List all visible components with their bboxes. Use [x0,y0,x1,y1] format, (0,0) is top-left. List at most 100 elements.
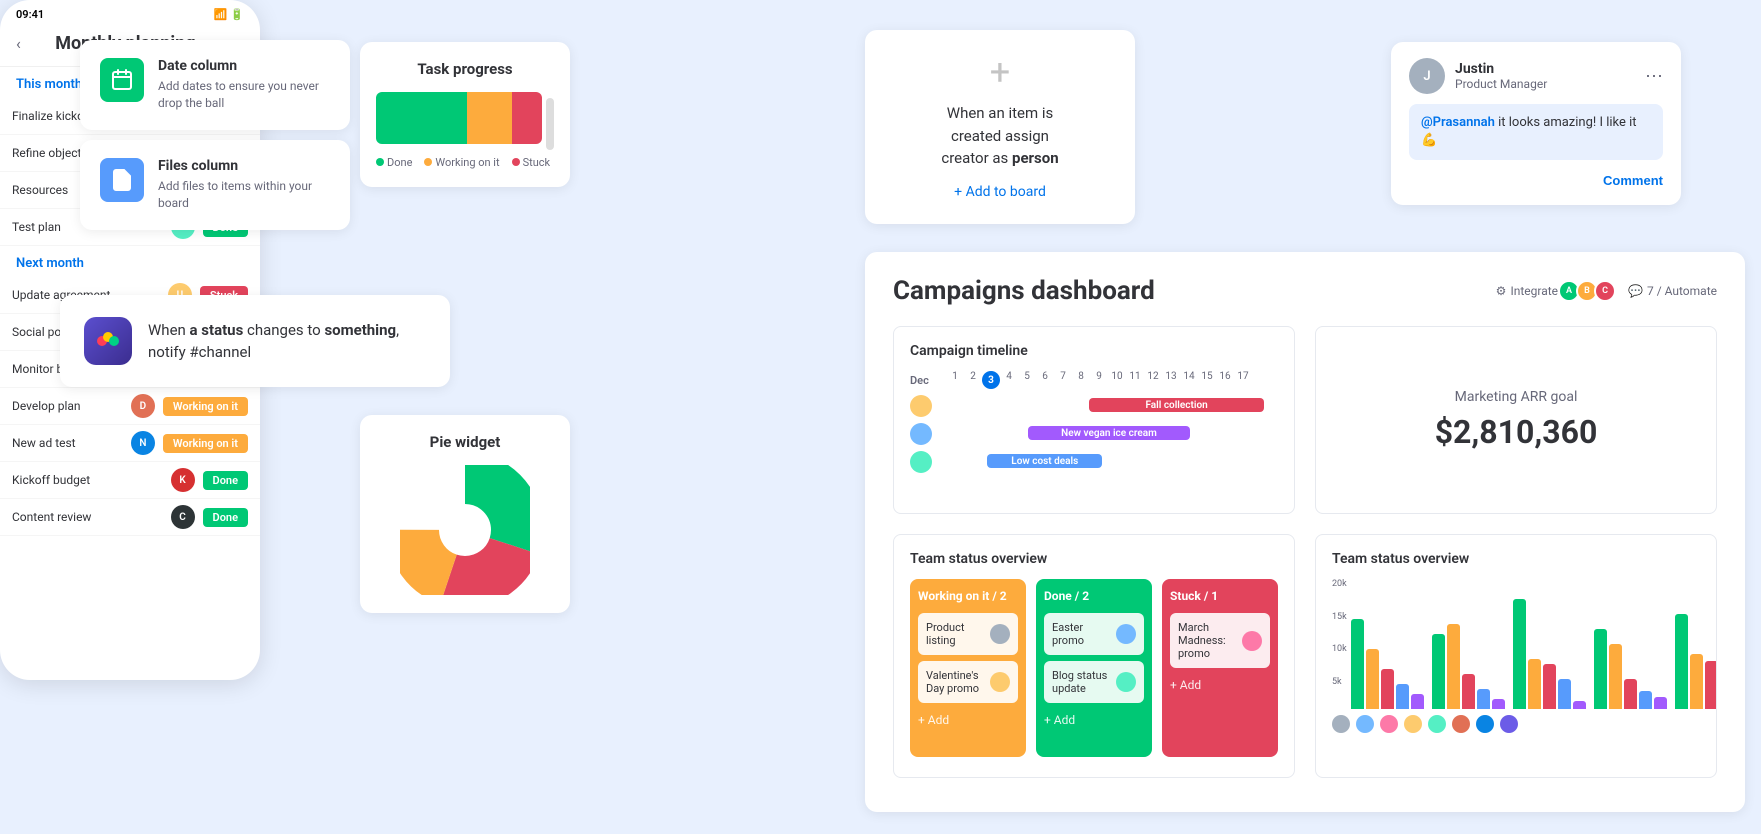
pie-widget-card: Pie widget 55% [360,415,570,613]
kanban-add-button[interactable]: + Add [1170,678,1270,692]
kanban-item: Blog status update [1044,661,1144,703]
files-column-desc: Add files to items within your board [158,178,330,212]
bar-avatar [1452,715,1470,733]
automation-plus-icon: + [990,54,1010,90]
bar-group [1594,629,1667,709]
kanban-done-col: Done / 2 Easter promo Blog status update… [1036,579,1152,757]
timeline-title: Campaign timeline [910,343,1278,359]
dashboard-grid: Campaign timeline Dec 1 2 3 4 5 6 7 8 9 … [893,326,1717,778]
vegan-ice-cream-bar: New vegan ice cream [1028,426,1190,440]
timeline-row: New vegan ice cream [910,423,1278,445]
comment-card: J Justin Product Manager ⋯ @Prasannah it… [1391,42,1681,205]
bar [1411,694,1424,709]
mobile-time: 09:41 [16,8,44,21]
kanban-item: Product listing [918,613,1018,655]
kanban-avatar [1242,631,1262,651]
comment-menu-icon[interactable]: ⋯ [1645,66,1663,87]
timeline-rows: Fall collection New vegan ice cream Low … [910,395,1278,473]
kanban-item: Easter promo [1044,613,1144,655]
comment-button[interactable]: Comment [1603,173,1663,188]
legend-stuck: Stuck [512,156,551,169]
files-column-title: Files column [158,158,330,174]
list-item: Kickoff budget K Done [0,462,260,499]
bar-chart-title: Team status overview [1332,551,1700,567]
bar [1624,679,1637,709]
dashboard-actions: ⚙ Integrate A B C 💬 7 / Automate [1496,280,1717,302]
progress-working [467,92,512,144]
notification-text: When a status changes to something, noti… [148,319,426,364]
add-to-board-link[interactable]: + Add to board [954,184,1046,200]
timeline-row: Fall collection [910,395,1278,417]
automate-action[interactable]: 💬 7 / Automate [1628,284,1717,298]
kanban-avatar [1116,672,1136,692]
date-column-title: Date column [158,58,330,74]
kanban-stuck-col: Stuck / 1 March Madness: promo + Add [1162,579,1278,757]
kanban-avatar [990,672,1010,692]
avatar: C [171,505,195,529]
kanban-add-button[interactable]: + Add [1044,713,1144,727]
bar [1492,699,1505,709]
timeline-avatar [910,451,932,473]
avatar: C [1594,280,1616,302]
comment-role: Product Manager [1455,77,1547,91]
bar-group [1675,614,1717,709]
date-column-text: Date column Add dates to ensure you neve… [158,58,330,112]
timeline-avatar [910,423,932,445]
integrate-action[interactable]: ⚙ Integrate A B C [1496,280,1616,302]
legend-done: Done [376,156,412,169]
bar-chart-section: Team status overview 20k 15k 10k 5k [1315,534,1717,778]
automation-text: When an item iscreated assigncreator as … [941,102,1058,170]
bar [1528,659,1541,709]
bar [1690,654,1703,709]
bar-avatar [1356,715,1374,733]
files-column-text: Files column Add files to items within y… [158,158,330,212]
date-column-desc: Add dates to ensure you never drop the b… [158,78,330,112]
kanban-avatar [1116,624,1136,644]
timeline-bar-container: New vegan ice cream [940,426,1278,442]
files-column-icon [100,158,144,202]
automate-label: 7 / Automate [1647,284,1717,298]
bar-avatar [1428,715,1446,733]
bar [1573,701,1586,709]
scrollbar [546,98,554,150]
bar-chart-avatars [1332,715,1700,733]
bar-avatar [1380,715,1398,733]
bar [1543,664,1556,709]
next-month-label: Next month [0,246,260,277]
today-marker: 3 [982,371,1000,389]
integrate-icon: ⚙ [1496,284,1507,298]
bar [1609,644,1622,709]
integrate-label: Integrate [1510,284,1558,298]
timeline-bar-container: Low cost deals [940,454,1278,470]
comment-user: J Justin Product Manager [1409,58,1547,94]
monday-logo [84,317,132,365]
month-label: Dec [910,374,942,387]
bar [1432,634,1445,709]
arr-value: $2,810,360 [1435,413,1598,451]
bar [1462,674,1475,709]
bar-group [1351,619,1424,709]
notification-card: When a status changes to something, noti… [60,295,450,387]
bar-avatar [1404,715,1422,733]
pie-percentage: 55% [447,521,477,540]
fall-collection-bar: Fall collection [1089,398,1265,412]
bar-group [1432,624,1505,709]
bar [1351,619,1364,709]
comment-username: Justin [1455,61,1547,77]
mobile-back-button[interactable]: ‹ [16,34,21,53]
kanban-add-button[interactable]: + Add [918,713,1018,727]
bar-groups [1351,579,1717,709]
bar-avatar [1332,715,1350,733]
kanban-section: Team status overview Working on it / 2 P… [893,534,1295,778]
task-progress-card: Task progress Done Working on it Stuck [360,42,570,187]
low-cost-deals-bar: Low cost deals [987,454,1102,468]
arr-label: Marketing ARR goal [1455,389,1578,405]
comment-footer: Comment [1409,170,1663,189]
kanban-col-header: Stuck / 1 [1170,589,1270,603]
comment-bubble: @Prasannah it looks amazing! I like it 💪 [1409,104,1663,160]
files-column-card: Files column Add files to items within y… [80,140,350,230]
dashboard-header: Campaigns dashboard ⚙ Integrate A B C 💬 … [893,276,1717,306]
progress-bar [376,92,542,144]
bar [1654,697,1667,709]
avatar: N [131,431,155,455]
